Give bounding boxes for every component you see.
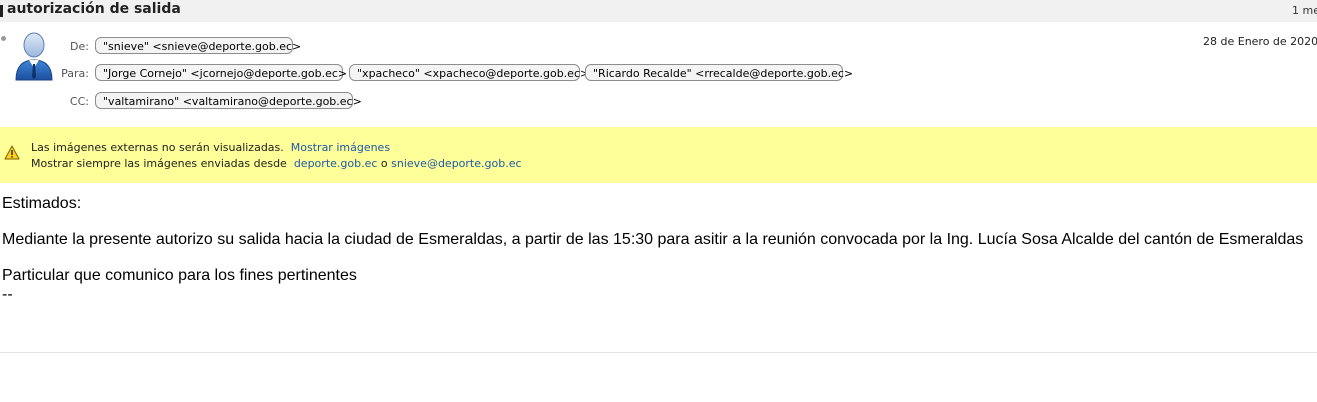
- from-label: De:: [70, 40, 89, 53]
- notice-line-2: Mostrar siempre las imágenes enviadas de…: [31, 157, 522, 170]
- allow-domain-link[interactable]: deporte.gob.ec: [294, 157, 378, 170]
- to-address-chip[interactable]: "Jorge Cornejo" <jcornejo@deporte.gob.ec…: [95, 64, 347, 81]
- signature-separator: --: [2, 286, 13, 303]
- body-greeting: Estimados:: [2, 195, 82, 212]
- to-label: Para:: [61, 67, 89, 80]
- notice-or-text: o: [380, 157, 388, 170]
- unread-dot-icon[interactable]: [1, 36, 6, 41]
- subject-bar: autorización de salida 1 me: [0, 0, 1317, 22]
- message-date: 28 de Enero de 2020 1: [1203, 35, 1317, 48]
- notice-text: Las imágenes externas no serán visualiza…: [31, 141, 284, 154]
- cc-address-chip[interactable]: "valtamirano" <valtamirano@deporte.gob.e…: [95, 92, 362, 109]
- body-closing: Particular que comunico para los fines p…: [2, 267, 357, 284]
- message-subject: autorización de salida: [7, 1, 181, 17]
- allow-sender-link[interactable]: snieve@deporte.gob.ec: [391, 157, 521, 170]
- external-images-notice: Las imágenes externas no serán visualiza…: [0, 127, 1317, 183]
- notice-line-1: Las imágenes externas no serán visualiza…: [31, 141, 390, 154]
- to-address-chip[interactable]: "Ricardo Recalde" <rrecalde@deporte.gob.…: [585, 64, 853, 81]
- body-paragraph: Mediante la presente autorizo su salida …: [2, 231, 1304, 248]
- notice-always-text: Mostrar siempre las imágenes enviadas de…: [31, 157, 287, 170]
- to-address-chip[interactable]: "xpacheco" <xpacheco@deporte.gob.ec>: [349, 64, 589, 81]
- warning-triangle-icon: [4, 145, 20, 160]
- user-avatar-icon: [15, 32, 53, 81]
- from-address-chip[interactable]: "snieve" <snieve@deporte.gob.ec>: [95, 37, 301, 54]
- show-images-link[interactable]: Mostrar imágenes: [291, 141, 390, 154]
- cc-label: CC:: [69, 95, 89, 108]
- message-relative-time: 1 me: [1292, 4, 1317, 17]
- subject-marker: [0, 5, 3, 17]
- message-divider: [0, 352, 1317, 353]
